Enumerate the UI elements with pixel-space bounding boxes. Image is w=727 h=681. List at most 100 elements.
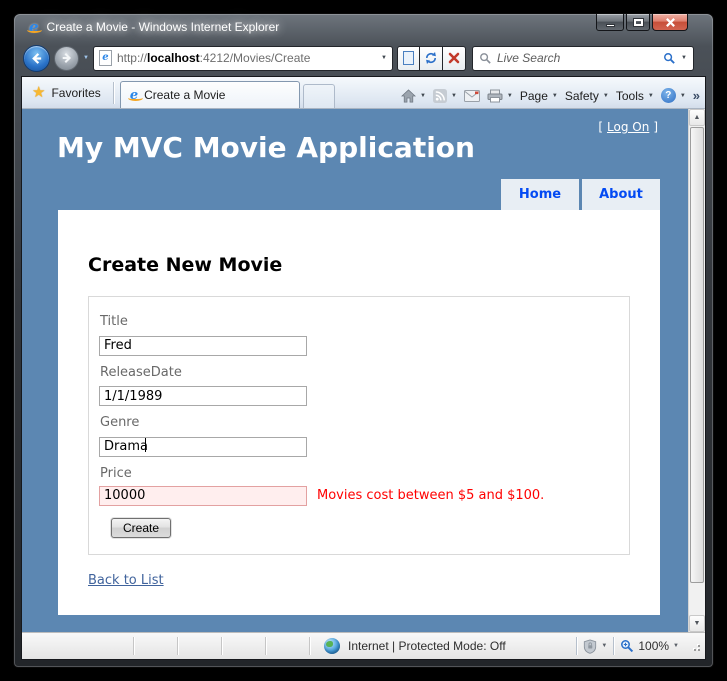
statusbar-right: ▼ 100% ▼: [576, 637, 705, 655]
address-dropdown-icon[interactable]: ▼: [381, 55, 387, 61]
page-heading: Create New Movie: [88, 254, 283, 276]
close-button[interactable]: [652, 14, 688, 31]
home-chevron-icon[interactable]: ▼: [420, 93, 426, 99]
scrollbar-thumb[interactable]: [690, 127, 704, 583]
maximize-button[interactable]: [626, 14, 650, 31]
stop-button[interactable]: [442, 45, 466, 71]
favorites-button[interactable]: ★ Favorites: [22, 80, 113, 106]
recent-pages-chevron-icon[interactable]: ▼: [83, 55, 89, 61]
help-menu[interactable]: ? ▼: [660, 88, 686, 103]
page-viewport: [Log On] My MVC Movie Application Home A…: [22, 109, 705, 632]
nav-home-link[interactable]: Home: [501, 179, 579, 210]
ie-logo-icon: e: [27, 19, 42, 35]
filter-chevron-icon: ▼: [601, 643, 608, 649]
help-chevron-icon: ▼: [679, 92, 686, 99]
inprivate-filter-button[interactable]: ▼: [583, 638, 608, 654]
genre-label: Genre: [100, 415, 140, 430]
toolbar-overflow-icon[interactable]: »: [693, 88, 700, 103]
forward-button[interactable]: [54, 45, 79, 71]
address-url[interactable]: http://localhost:4212/Movies/Create: [117, 51, 376, 65]
vertical-scrollbar[interactable]: ▲ ▼: [688, 109, 705, 632]
main-content: Create New Movie Title ReleaseDate Genre…: [58, 210, 660, 615]
print-icon: [487, 89, 503, 102]
separator: [112, 82, 114, 104]
search-options-chevron-icon[interactable]: ▼: [681, 55, 687, 61]
site-nav: Home About: [501, 179, 660, 210]
price-input[interactable]: [99, 485, 307, 506]
title-label: Title: [100, 314, 128, 329]
tools-menu[interactable]: Tools ▼: [616, 89, 654, 103]
logon-link[interactable]: Log On: [607, 120, 649, 134]
stop-icon: [448, 52, 460, 64]
refresh-button[interactable]: [419, 45, 443, 71]
back-to-list-link[interactable]: Back to List: [88, 573, 164, 588]
feeds-chevron-icon[interactable]: ▼: [451, 93, 457, 99]
help-icon: ?: [660, 88, 676, 103]
scroll-down-button[interactable]: ▼: [689, 615, 705, 632]
create-button[interactable]: Create: [111, 517, 172, 538]
address-buttons: [396, 45, 466, 71]
web-page: [Log On] My MVC Movie Application Home A…: [22, 109, 688, 632]
text-cursor: [145, 438, 146, 452]
tab-create-a-movie[interactable]: e Create a Movie: [119, 81, 300, 108]
back-button[interactable]: [23, 44, 50, 72]
resize-grip[interactable]: [689, 640, 701, 652]
compatibility-view-button[interactable]: [396, 45, 420, 71]
feeds-icon: [432, 88, 447, 103]
price-validation-error: Movies cost between $5 and $100.: [317, 488, 545, 503]
new-tab-button[interactable]: [302, 84, 335, 108]
scroll-down-icon: ▼: [693, 620, 701, 627]
price-label: Price: [100, 465, 132, 481]
page-menu[interactable]: Page ▼: [520, 89, 558, 103]
tools-menu-label: Tools: [615, 88, 644, 103]
safety-menu[interactable]: Safety ▼: [565, 89, 609, 103]
shield-icon: [584, 638, 597, 654]
separator: [613, 637, 615, 655]
safety-chevron-icon: ▼: [602, 92, 609, 99]
releasedate-input[interactable]: [99, 386, 307, 406]
search-box[interactable]: ▼: [471, 45, 694, 71]
page-chevron-icon: ▼: [551, 92, 558, 99]
minimize-icon: [605, 23, 615, 27]
zoom-icon: [621, 640, 634, 653]
movie-form: Title ReleaseDate Genre Price Movies cos…: [88, 296, 630, 555]
search-input[interactable]: [496, 51, 658, 65]
back-arrow-icon: [32, 52, 42, 64]
title-input[interactable]: [99, 335, 307, 356]
command-bar: ▼ ▼ ▼ Page ▼ Safety ▼ Tools ▼ ? ▼ »: [401, 88, 705, 103]
address-bar[interactable]: e http://localhost:4212/Movies/Create ▼: [92, 45, 393, 71]
logon-area: [Log On]: [598, 120, 658, 134]
safety-menu-label: Safety: [564, 88, 599, 103]
separator: [576, 637, 578, 655]
tab-bar: ★ Favorites e Create a Movie ▼ ▼ ▼ Page …: [22, 77, 705, 109]
tab-title: Create a Movie: [144, 88, 226, 102]
forward-arrow-icon: [62, 52, 71, 64]
read-mail-button[interactable]: [463, 89, 480, 102]
zoom-control[interactable]: 100% ▼: [620, 639, 679, 653]
favorites-star-icon: ★: [32, 84, 46, 101]
client-area: ★ Favorites e Create a Movie ▼ ▼ ▼ Page …: [21, 76, 706, 660]
minimize-button[interactable]: [596, 14, 624, 31]
print-button[interactable]: ▼: [487, 89, 513, 103]
mail-icon: [463, 89, 480, 102]
site-title: My MVC Movie Application: [57, 131, 475, 164]
scroll-up-icon: ▲: [693, 114, 701, 121]
title-bar[interactable]: e Create a Movie - Windows Internet Expl…: [21, 14, 706, 40]
nav-about-link[interactable]: About: [582, 179, 660, 210]
home-button[interactable]: ▼: [401, 88, 426, 103]
print-chevron-icon[interactable]: ▼: [507, 93, 513, 99]
releasedate-label: ReleaseDate: [100, 364, 182, 380]
status-panes: [22, 633, 310, 659]
scrollbar-track[interactable]: [689, 584, 705, 615]
genre-input[interactable]: [99, 436, 307, 457]
zone-status-text: Internet | Protected Mode: Off: [348, 639, 506, 653]
feeds-button[interactable]: ▼: [432, 88, 457, 103]
search-go-icon[interactable]: [663, 52, 676, 65]
compatibility-icon: [402, 51, 414, 65]
search-icon: [480, 52, 491, 64]
internet-zone-globe-icon: [324, 638, 340, 654]
status-bar: Internet | Protected Mode: Off ▼ 100% ▼: [22, 632, 705, 659]
tools-chevron-icon: ▼: [647, 92, 654, 99]
scroll-up-button[interactable]: ▲: [689, 109, 705, 126]
page-favicon-icon: e: [98, 50, 112, 66]
